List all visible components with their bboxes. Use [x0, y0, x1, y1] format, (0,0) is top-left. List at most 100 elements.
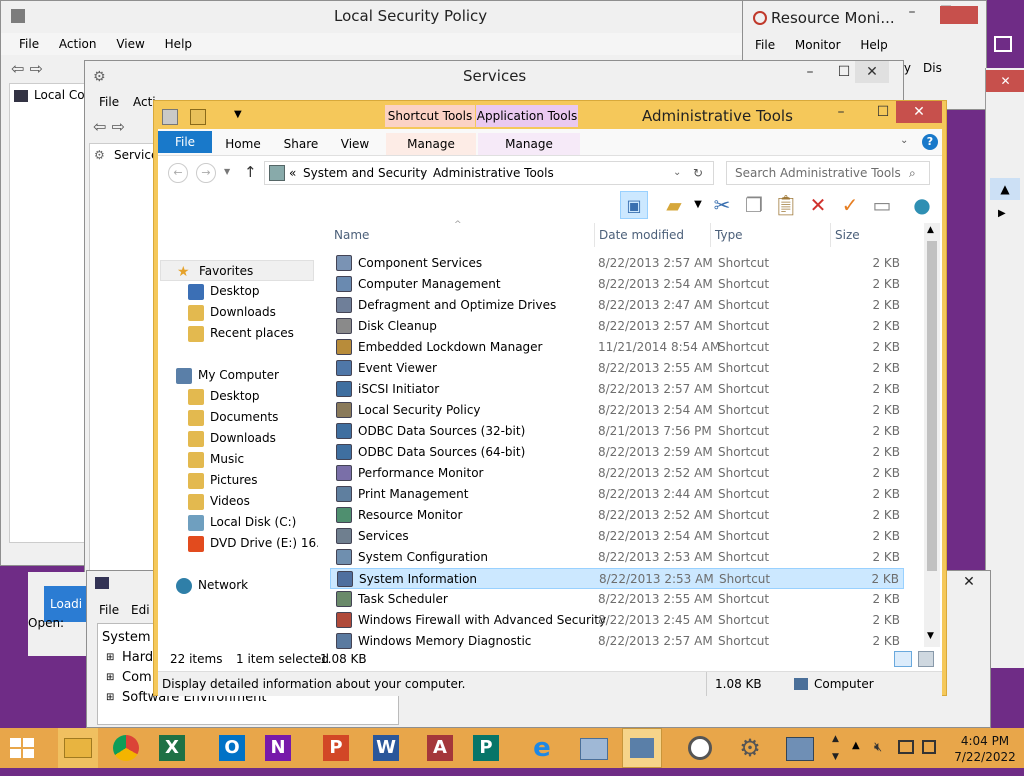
file-row[interactable]: Embedded Lockdown Manager 11/21/2014 8:54… — [330, 337, 904, 358]
file-row[interactable]: Event Viewer 8/22/2013 2:55 AM Shortcut 2 K… — [330, 358, 904, 379]
file-list-scrollbar[interactable]: ▲ ▼ — [924, 223, 940, 647]
rename-check-icon[interactable]: ✓ — [836, 191, 864, 219]
address-bar[interactable]: « System and Security › Administrative T… — [264, 161, 714, 185]
details-view-icon[interactable] — [894, 651, 912, 667]
file-row[interactable]: System Configuration 8/22/2013 2:53 AM Sho… — [330, 547, 904, 568]
restore-icon[interactable] — [994, 36, 1012, 52]
file-row[interactable]: System Information 8/22/2013 2:53 AM Short… — [330, 568, 904, 589]
bg-close-button[interactable]: ✕ — [986, 70, 1024, 92]
delete-icon[interactable]: ✕ — [804, 191, 832, 219]
volume-muted-icon[interactable]: 🔇︎ — [874, 740, 882, 755]
scroll-up-arrow[interactable]: ▲ — [927, 225, 934, 235]
nav-comp-downloads[interactable]: Downloads — [158, 428, 276, 449]
file-row[interactable]: Component Services 8/22/2013 2:57 AM Short… — [330, 253, 904, 274]
cut-icon[interactable]: ✂ — [708, 191, 736, 219]
file-row[interactable]: Computer Management 8/22/2013 2:54 AM Shor… — [330, 274, 904, 295]
nav-favorites[interactable]: ★ Favorites — [160, 260, 314, 281]
taskbar-file-explorer-icon[interactable] — [58, 728, 98, 768]
rm-menu-help[interactable]: Help — [860, 35, 887, 55]
nav-comp-pictures[interactable]: Pictures — [158, 470, 258, 491]
taskbar-run-icon[interactable] — [574, 728, 614, 768]
globe-icon[interactable]: ● — [908, 191, 936, 219]
rm-menu-file[interactable]: File — [755, 35, 775, 55]
sysinfo-tree-root[interactable]: System — [102, 630, 150, 645]
application-tools-tab[interactable]: Application Tools — [476, 105, 578, 127]
ribbon-tab-file[interactable]: File — [158, 131, 212, 153]
bg-expand-arrow[interactable]: ▶ — [998, 208, 1006, 219]
taskbar-internet-explorer-icon[interactable]: e — [522, 728, 562, 768]
file-row[interactable]: Defragment and Optimize Drives 8/22/2013 … — [330, 295, 904, 316]
taskbar-publisher-icon[interactable]: P — [466, 728, 506, 768]
services-tree-item[interactable]: Service — [114, 148, 158, 162]
column-name[interactable]: Name — [334, 223, 588, 247]
nav-fav-desktop[interactable]: Desktop — [158, 281, 260, 302]
scroll-down-arrow[interactable]: ▼ — [927, 631, 934, 641]
file-row[interactable]: Windows Firewall with Advanced Security 8… — [330, 610, 904, 631]
qat-new-folder-icon[interactable] — [190, 109, 206, 125]
ribbon-tab-share[interactable]: Share — [276, 133, 326, 155]
explorer-minimize[interactable]: – — [824, 101, 858, 123]
sysinfo-close[interactable]: ✕ — [947, 571, 991, 593]
sysinfo-tree-item-components[interactable]: Com — [122, 670, 152, 685]
sysinfo-expander-1[interactable]: ⊞ — [106, 652, 114, 663]
column-date-modified[interactable]: Date modified — [594, 223, 713, 247]
file-row[interactable]: ODBC Data Sources (32-bit) 8/21/2013 7:56… — [330, 421, 904, 442]
services-close[interactable]: ✕ — [855, 61, 889, 83]
file-row[interactable]: Performance Monitor 8/22/2013 2:52 AM Shor… — [330, 463, 904, 484]
nav-comp-videos[interactable]: Videos — [158, 491, 250, 512]
show-hidden-icons[interactable]: ▲ — [852, 740, 860, 751]
services-menu-file[interactable]: File — [99, 95, 119, 109]
clock[interactable]: 4:04 PM 7/22/2022 — [950, 733, 1020, 765]
copy-icon[interactable]: ❐ — [740, 191, 768, 219]
bg-scroll-up[interactable]: ▲ — [990, 178, 1020, 200]
run-dialog[interactable]: Loadi Open: — [28, 572, 88, 656]
ribbon-tab-home[interactable]: Home — [218, 133, 268, 155]
qat-dropdown-icon[interactable]: ▼ — [234, 109, 242, 120]
qat-properties-icon[interactable] — [162, 109, 178, 125]
details-pane-icon[interactable]: ▣ — [620, 191, 648, 219]
ribbon-tab-manage-application[interactable]: Manage — [478, 133, 580, 155]
nav-comp-music[interactable]: Music — [158, 449, 244, 470]
sysinfo-menu-edit[interactable]: Edi — [131, 603, 150, 617]
taskbar-outlook-icon[interactable]: O — [212, 728, 252, 768]
explorer-window[interactable]: ▼ Shortcut Tools Application Tools Admin… — [153, 100, 947, 696]
ribbon-tab-manage-shortcut[interactable]: Manage — [386, 133, 476, 155]
nav-fav-downloads[interactable]: Downloads — [158, 302, 276, 323]
back-button[interactable]: ← — [168, 163, 188, 183]
sysinfo-expander-2[interactable]: ⊞ — [106, 672, 114, 683]
taskbar-access-icon[interactable]: A — [420, 728, 460, 768]
refresh-icon[interactable]: ↻ — [693, 162, 703, 184]
file-row[interactable]: Services 8/22/2013 2:54 AM Shortcut 2 KB — [330, 526, 904, 547]
taskbar-excel-icon[interactable]: X — [152, 728, 192, 768]
rm-menu-monitor[interactable]: Monitor — [795, 35, 841, 55]
breadcrumb-administrative-tools[interactable]: Administrative Tools — [433, 162, 554, 184]
taskbar-onenote-icon[interactable]: N — [258, 728, 298, 768]
taskbar-computer-management-icon[interactable] — [780, 728, 820, 768]
start-button[interactable] — [8, 736, 36, 760]
sysinfo-tree-item-hardware[interactable]: Hard — [122, 650, 153, 665]
ribbon-expand-icon[interactable]: ⌄ — [900, 135, 908, 146]
file-row[interactable]: Resource Monitor 8/22/2013 2:52 AM Shortcu… — [330, 505, 904, 526]
resource-monitor-close-strip[interactable] — [940, 6, 978, 24]
file-row[interactable]: Disk Cleanup 8/22/2013 2:57 AM Shortcut 2 K… — [330, 316, 904, 337]
paste-icon[interactable]: 📋︎ — [772, 191, 800, 219]
nav-fav-recent[interactable]: Recent places — [158, 323, 294, 344]
taskbar-services-icon[interactable]: ⚙ — [730, 728, 770, 768]
nav-comp-dvd-drive[interactable]: DVD Drive (E:) 16.0.9 — [158, 533, 318, 554]
nav-network[interactable]: Network — [158, 575, 248, 596]
address-dropdown-icon[interactable]: ⌄ — [673, 162, 681, 184]
breadcrumb-overflow[interactable]: « — [289, 162, 296, 184]
search-box[interactable]: Search Administrative Tools ⌕ — [726, 161, 930, 185]
nav-comp-documents[interactable]: Documents — [158, 407, 278, 428]
taskbar-resource-monitor-icon[interactable] — [680, 728, 720, 768]
ribbon-tab-view[interactable]: View — [332, 133, 378, 155]
resource-monitor-minimize[interactable]: – — [895, 1, 929, 23]
file-row[interactable]: iSCSI Initiator 8/22/2013 2:57 AM Shortcut… — [330, 379, 904, 400]
file-row[interactable]: Local Security Policy 8/22/2013 2:54 AM Sh… — [330, 400, 904, 421]
sysinfo-menu-file[interactable]: File — [99, 603, 119, 617]
sysinfo-expander-3[interactable]: ⊞ — [106, 692, 114, 703]
explorer-close[interactable]: ✕ — [896, 101, 942, 123]
lsp-menu-view[interactable]: View — [116, 33, 144, 55]
view-toggle-icon[interactable]: ▭ — [868, 191, 896, 219]
explorer-maximize[interactable]: ☐ — [866, 101, 900, 123]
